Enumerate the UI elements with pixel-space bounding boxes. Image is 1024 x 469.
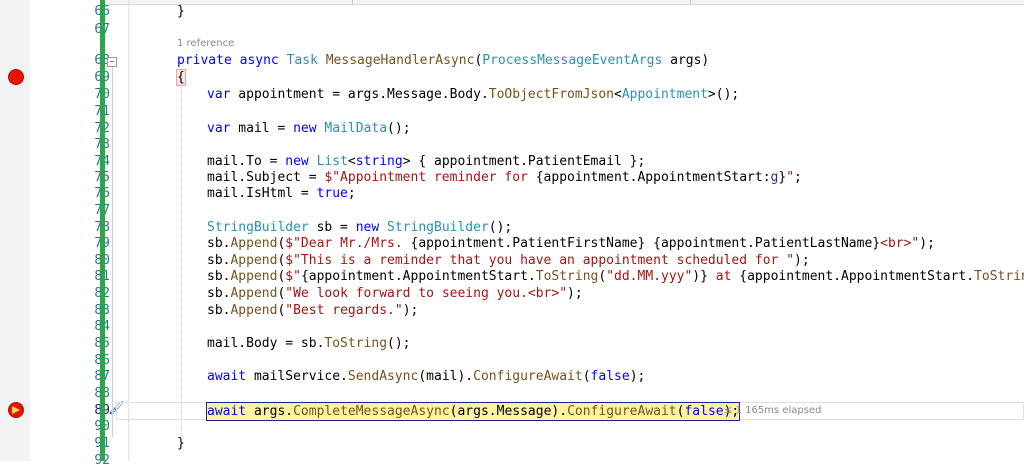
current-statement-line-89[interactable]: await args.CompleteMessageAsync(args.Mes… <box>206 402 741 421</box>
indent-guide <box>128 0 129 461</box>
glyph-margin[interactable] <box>0 0 31 461</box>
code-line-68[interactable]: private async Task MessageHandlerAsync(P… <box>177 52 709 69</box>
code-line-66[interactable]: } <box>177 3 185 20</box>
tab-separator <box>352 0 353 4</box>
code-line-80[interactable]: sb.Append($"This is a reminder that you … <box>207 252 810 269</box>
code-line-81[interactable]: sb.Append($"{appointment.AppointmentStar… <box>207 268 1024 285</box>
code-line-69[interactable]: { <box>176 69 186 86</box>
code-line-70[interactable]: var appointment = args.Message.Body.ToOb… <box>207 86 739 103</box>
tab-strip <box>0 0 1024 5</box>
code-line-87[interactable]: await mailService.SendAsync(mail).Config… <box>207 368 645 385</box>
tab-separator <box>690 0 691 4</box>
code-line-76[interactable]: mail.IsHtml = true; <box>207 185 356 202</box>
code-line-83[interactable]: sb.Append("Best regards."); <box>207 302 418 319</box>
code-line-74[interactable]: mail.To = new List<string> { appointment… <box>207 153 645 170</box>
codelens-reference-hint[interactable]: 1 reference <box>177 38 234 49</box>
code-line-85[interactable]: mail.Body = sb.ToString(); <box>207 335 411 352</box>
breakpoint-icon[interactable] <box>8 69 24 85</box>
code-line-91[interactable]: } <box>177 435 185 452</box>
elapsed-time-hint: ≤ 1 165ms elapsed <box>724 405 822 416</box>
line-number-gutter: 66 67 68 69 70 71 72 73 74 75 76 77 78 7… <box>30 0 125 468</box>
current-statement-breakpoint-icon[interactable] <box>8 402 24 418</box>
collapse-minus-icon[interactable]: − <box>107 57 117 67</box>
indent-guide <box>181 76 182 436</box>
code-line-79[interactable]: sb.Append($"Dear Mr./Mrs. {appointment.P… <box>207 235 935 252</box>
code-line-72[interactable]: var mail = new MailData(); <box>207 120 411 137</box>
code-line-78[interactable]: StringBuilder sb = new StringBuilder(); <box>207 219 512 236</box>
outline-guide <box>112 67 113 437</box>
code-line-82[interactable]: sb.Append("We look forward to seeing you… <box>207 285 583 302</box>
code-line-75[interactable]: mail.Subject = $"Appointment reminder fo… <box>207 169 802 186</box>
change-tracking-bar <box>100 0 105 461</box>
